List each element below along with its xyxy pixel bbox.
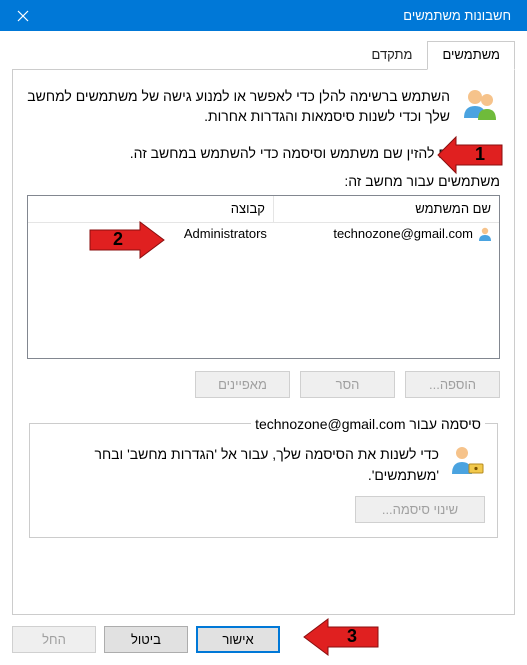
annotation-3: 3 bbox=[290, 615, 380, 659]
tab-page-users: השתמש ברשימה להלן כדי לאפשר או למנוע גיש… bbox=[12, 70, 515, 615]
change-password-button: שינוי סיסמה... bbox=[355, 496, 485, 523]
password-text: כדי לשנות את הסיסמה שלך, עבור אל 'הגדרות… bbox=[42, 442, 439, 486]
must-enter-credentials-label: צריכים להזין שם משתמש וסיסמה כדי להשתמש … bbox=[130, 145, 477, 161]
add-button: הוספה... bbox=[405, 371, 500, 398]
users-list-label: משתמשים עבור מחשב זה: bbox=[27, 173, 500, 189]
properties-button: מאפיינים bbox=[195, 371, 290, 398]
tab-users[interactable]: משתמשים bbox=[427, 41, 515, 70]
password-legend: סיסמה עבור technozone@gmail.com bbox=[251, 416, 485, 432]
user-row-icon bbox=[477, 226, 493, 242]
table-row[interactable]: technozone@gmail.com Administrators bbox=[28, 223, 499, 245]
row-group: Administrators bbox=[184, 226, 267, 241]
cancel-button[interactable]: ביטול bbox=[104, 626, 188, 653]
apply-button: החל bbox=[12, 626, 96, 653]
close-icon bbox=[17, 10, 29, 22]
svg-text:3: 3 bbox=[347, 626, 357, 646]
dialog-button-row: החל ביטול אישור bbox=[12, 626, 280, 653]
tab-strip: משתמשים מתקדם bbox=[12, 41, 515, 70]
key-icon bbox=[449, 442, 485, 478]
users-icon bbox=[460, 84, 500, 124]
intro-text: השתמש ברשימה להלן כדי לאפשר או למנוע גיש… bbox=[27, 84, 450, 127]
must-enter-credentials-checkbox[interactable] bbox=[485, 145, 500, 160]
tab-advanced[interactable]: מתקדם bbox=[357, 41, 428, 69]
listview-header: שם המשתמש קבוצה bbox=[28, 196, 499, 223]
window-title: חשבונות משתמשים bbox=[45, 8, 519, 23]
column-group[interactable]: קבוצה bbox=[28, 196, 273, 222]
ok-button[interactable]: אישור bbox=[196, 626, 280, 653]
remove-button: הסר bbox=[300, 371, 395, 398]
close-button[interactable] bbox=[0, 0, 45, 31]
row-username: technozone@gmail.com bbox=[333, 226, 473, 241]
column-username[interactable]: שם המשתמש bbox=[273, 196, 499, 222]
password-groupbox: סיסמה עבור technozone@gmail.com כדי לשנו… bbox=[29, 416, 498, 538]
titlebar: חשבונות משתמשים bbox=[0, 0, 527, 31]
users-listview[interactable]: שם המשתמש קבוצה technozone@gmail.com Adm… bbox=[27, 195, 500, 359]
